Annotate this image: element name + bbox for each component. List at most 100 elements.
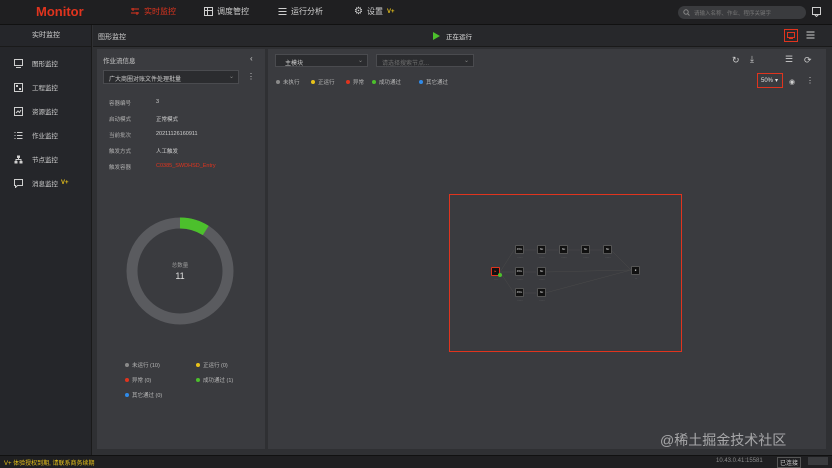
canvas-legend-error: 异常 xyxy=(346,78,364,86)
collapse-chevron-icon[interactable]: ‹ xyxy=(250,54,253,63)
vip-badge: V+ xyxy=(386,8,395,15)
search-placeholder: 请输入名称、作业、程序关键字 xyxy=(694,11,772,17)
node-caption: ······· xyxy=(605,256,611,259)
canvas-legend-success: 成功通过 xyxy=(372,78,401,86)
panel-title: 作业流信息 xyxy=(103,58,136,65)
flow-node[interactable]: ZWL xyxy=(515,245,524,254)
nav-run-analysis[interactable]: 运行分析 xyxy=(278,6,323,17)
flow-node[interactable]: SH xyxy=(603,245,612,254)
sidebar-item-job-monitor[interactable]: 作业监控 xyxy=(14,130,58,140)
gear-icon: ⚙ xyxy=(354,6,363,17)
node-search-placeholder: 请选择搜索节点... xyxy=(382,61,430,67)
sidebar-item-project-monitor[interactable]: 工程监控 xyxy=(14,82,58,92)
zoom-value: 50% xyxy=(761,78,774,84)
sidebar-item-label: 消息监控 xyxy=(32,181,58,188)
search-icon xyxy=(683,9,690,16)
list-icon xyxy=(278,8,287,15)
sidebar-title: 实时监控 xyxy=(0,25,92,47)
locate-icon[interactable]: ◉ xyxy=(789,78,795,86)
reset-view-icon[interactable]: ⟳ xyxy=(804,55,812,66)
global-search-input[interactable]: 请输入名称、作业、程序关键字 xyxy=(678,6,806,19)
canvas-legend-other-pass: 其它通过 xyxy=(419,78,448,86)
chevron-down-icon: ⌄ xyxy=(357,58,363,64)
menu-list-icon[interactable] xyxy=(806,31,815,41)
field-current-batch: 当前批次 20211126160911 xyxy=(109,131,198,139)
resource-icon xyxy=(14,106,23,116)
vip-badge: V+ xyxy=(61,180,69,186)
node-caption: ······· xyxy=(517,256,523,259)
legend-not-run: 未运行 (10) xyxy=(125,361,160,369)
nav-settings[interactable]: ⚙ 设置 V+ xyxy=(354,6,394,17)
field-start-mode: 启动模式 正常模式 xyxy=(109,117,179,123)
flow-node-end[interactable]: ■ xyxy=(631,266,640,275)
flow-node[interactable]: SH xyxy=(537,245,546,254)
node-caption: ······· xyxy=(561,256,567,259)
run-status-text: 正在运行 xyxy=(446,34,472,41)
more-vertical-icon[interactable]: ⋮ xyxy=(247,72,255,81)
field-trigger-container: 触发容器 C0385_SWDHSD_Entry xyxy=(109,163,216,171)
caret-down-icon: ▾ xyxy=(775,78,779,84)
flow-node[interactable]: SH xyxy=(537,267,546,276)
node-caption: ······· xyxy=(539,256,545,259)
top-bar: Monitor 实时监控 调度管控 运行分析 ⚙ 设置 V+ 请输入名称、作业、… xyxy=(0,0,832,25)
nav-label: 实时监控 xyxy=(144,7,176,16)
screen-toggle-button[interactable] xyxy=(784,29,798,42)
server-address: 10.43.0.41:15581 xyxy=(716,458,763,464)
palette-icon xyxy=(131,8,139,15)
connection-badge: 已连接 xyxy=(777,457,802,468)
license-notice: V+ 体验授权到期, 请联系商务续期 xyxy=(4,461,95,467)
chevron-down-icon: ⌄ xyxy=(228,74,234,80)
sidebar-item-node-monitor[interactable]: 节点监控 xyxy=(14,154,58,164)
sidebar-item-resource-monitor[interactable]: 资源监控 xyxy=(14,106,58,116)
job-select-value: 广大商圈对账文件处理批量 xyxy=(109,77,182,83)
job-list-icon xyxy=(14,131,23,139)
node-caption: ······· xyxy=(539,299,545,302)
sidebar-item-label: 节点监控 xyxy=(32,157,58,164)
flow-node[interactable]: ZWL xyxy=(515,267,524,276)
node-caption: ···· xyxy=(494,278,498,281)
sidebar: 实时监控 图形监控 工程监控 资源监控 作业监控 节点监控 消息监控 V+ xyxy=(0,25,92,455)
donut-value: 11 xyxy=(175,271,185,281)
module-select[interactable]: 主模块 ⌄ xyxy=(275,54,368,67)
project-icon xyxy=(14,82,23,92)
donut-label: 总数量 xyxy=(171,263,189,269)
flow-node[interactable]: ZWL xyxy=(515,288,524,297)
node-caption: ······· xyxy=(539,278,545,281)
sidebar-item-label: 作业监控 xyxy=(32,133,58,140)
notification-icon[interactable] xyxy=(812,7,821,19)
field-container-no: 容器编号 3 xyxy=(109,99,160,107)
graph-canvas-panel: 主模块 ⌄ 请选择搜索节点... ⌄ ↻ ⤓ ☰ ⟳ 未执行 正运行 异常 成功… xyxy=(268,49,826,449)
zoom-select[interactable]: 50% ▾ xyxy=(757,73,783,88)
flow-node[interactable]: SH xyxy=(581,245,590,254)
screen-icon xyxy=(787,32,795,39)
canvas-legend-not-executed: 未执行 xyxy=(276,78,300,86)
app-logo: Monitor xyxy=(36,4,84,19)
sidebar-item-graph-monitor[interactable]: 图形监控 xyxy=(14,58,58,68)
node-caption: ······· xyxy=(583,256,589,259)
nav-scheduling[interactable]: 调度管控 xyxy=(204,6,249,17)
flow-node[interactable]: SH xyxy=(537,288,546,297)
download-icon[interactable]: ⤓ xyxy=(750,54,754,65)
nav-label: 调度管控 xyxy=(217,7,249,16)
status-bar: V+ 体验授权到期, 请联系商务续期 10.43.0.41:15581 已连接 xyxy=(0,455,832,468)
field-trigger-method: 触发方式 人工触发 xyxy=(109,149,179,155)
refresh-icon[interactable]: ↻ xyxy=(732,55,740,66)
sidebar-item-label: 图形监控 xyxy=(32,61,58,68)
run-status: 正在运行 xyxy=(433,31,472,41)
nav-label: 设置 xyxy=(366,7,383,16)
node-caption: ······· xyxy=(517,278,523,281)
nav-label: 运行分析 xyxy=(291,7,323,16)
nav-realtime-monitor[interactable]: 实时监控 xyxy=(130,6,176,17)
node-search-select[interactable]: 请选择搜索节点... ⌄ xyxy=(376,54,474,67)
play-icon xyxy=(433,32,440,40)
list-view-icon[interactable]: ☰ xyxy=(785,54,793,65)
job-select[interactable]: 广大商圈对账文件处理批量 ⌄ xyxy=(103,70,239,84)
sidebar-item-label: 工程监控 xyxy=(32,85,58,92)
module-select-value: 主模块 xyxy=(285,61,304,67)
sidebar-item-message-monitor[interactable]: 消息监控 V+ xyxy=(14,178,69,188)
sidebar-item-label: 资源监控 xyxy=(32,109,58,116)
more-vertical-icon[interactable]: ⋮ xyxy=(806,76,814,85)
flow-node[interactable]: SH xyxy=(559,245,568,254)
page-title: 图形监控 xyxy=(98,34,126,41)
legend-success: 成功通过 (1) xyxy=(196,376,233,384)
